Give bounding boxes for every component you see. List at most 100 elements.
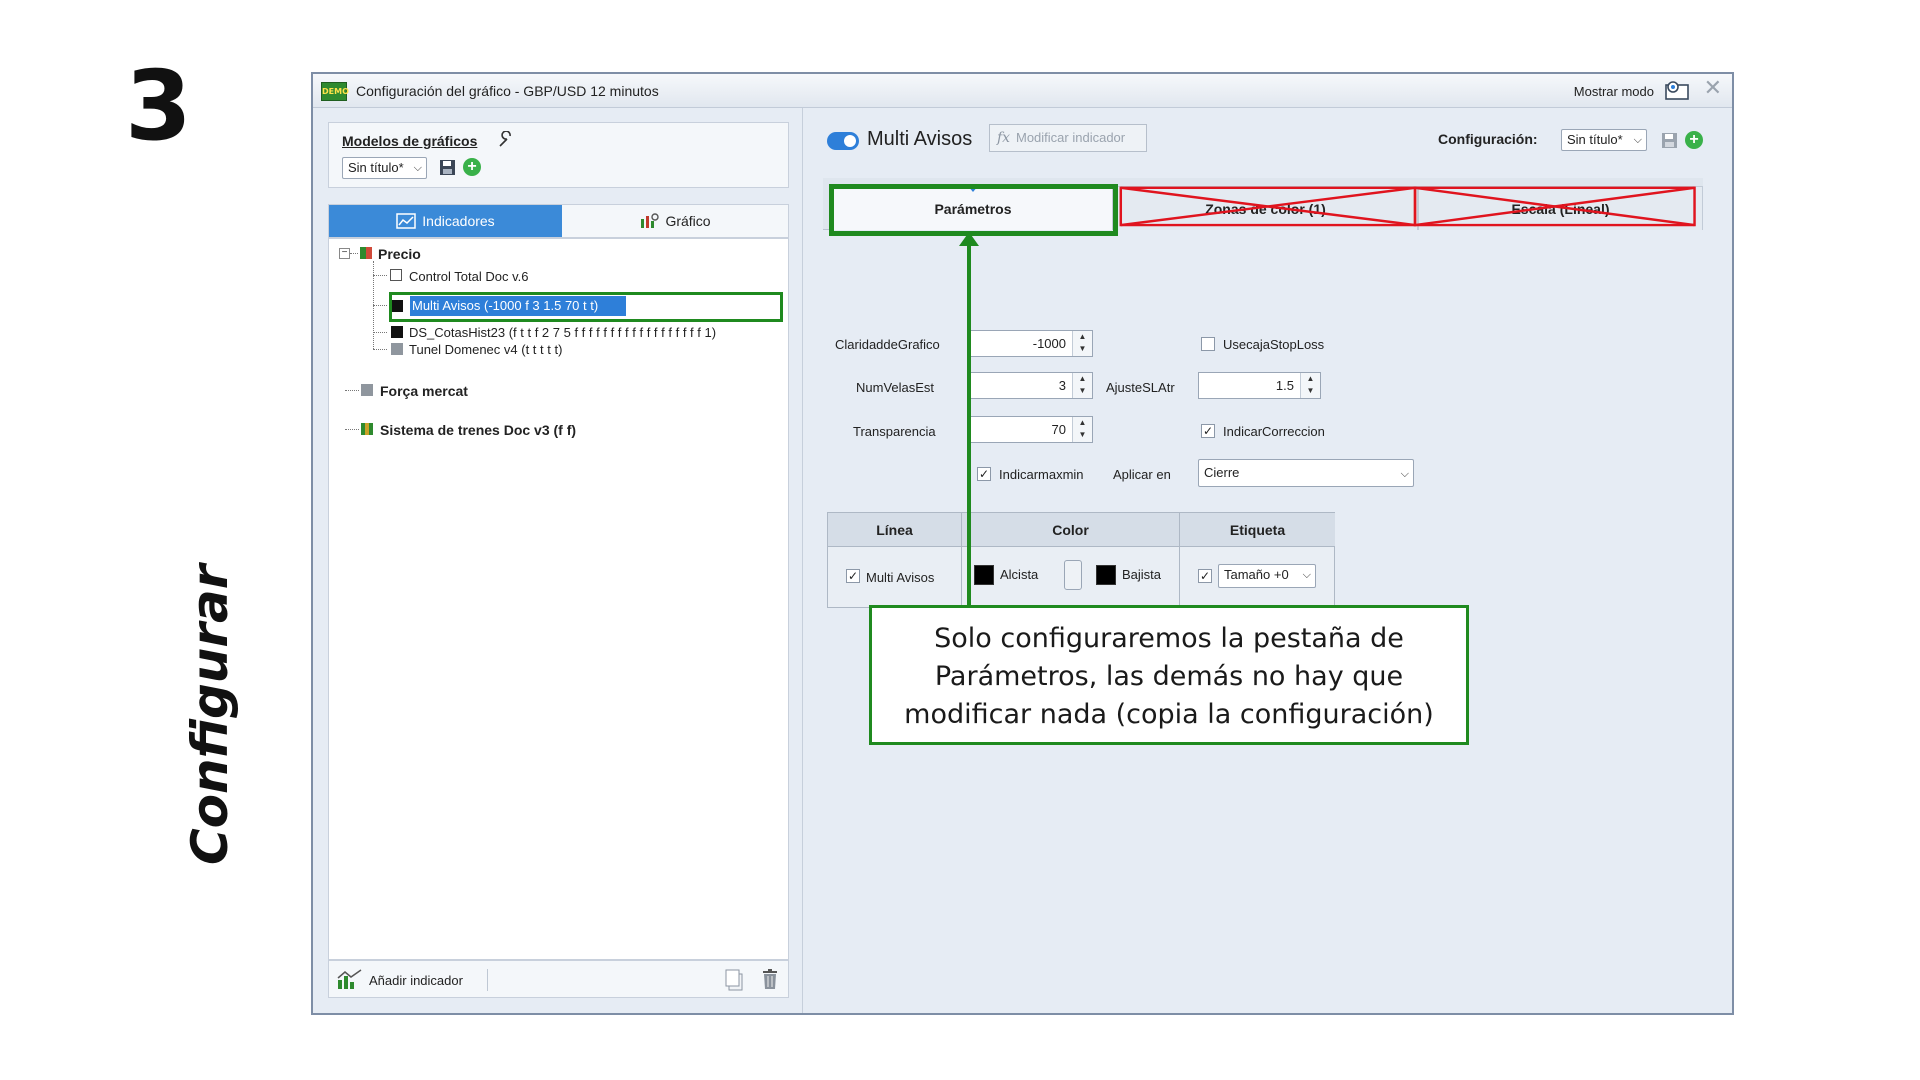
add-model-icon[interactable]: + (463, 158, 481, 176)
bajista-label: Bajista (1122, 567, 1162, 582)
tree-node-sistema-trenes[interactable]: Sistema de trenes Doc v3 (f f) (380, 422, 576, 438)
show-mode-label[interactable]: Mostrar modo (1574, 84, 1654, 99)
model-select-value: Sin título* (348, 160, 404, 175)
chart-settings-icon (641, 213, 660, 228)
tree-item-control-total[interactable]: Control Total Doc v.6 (409, 269, 528, 284)
spinner-arrows-icon[interactable]: ▲ ▼ (1072, 417, 1092, 442)
indicarcorreccion-label: IndicarCorreccion (1223, 424, 1325, 439)
annotation-line-2: Parámetros, las demás no hay que (934, 661, 1404, 692)
side-title: Configurar (181, 564, 239, 865)
tab-chart[interactable]: Gráfico (562, 205, 788, 237)
annotation-box: Solo configuraremos la pestaña de Paráme… (869, 605, 1469, 745)
collapse-icon[interactable]: − (339, 248, 350, 259)
usecaja-checkbox[interactable] (1201, 337, 1215, 351)
indicarmaxmin-checkbox[interactable]: ✓ (977, 467, 991, 481)
add-config-icon[interactable]: + (1685, 131, 1703, 149)
transparencia-label: Transparencia (853, 424, 936, 439)
configuration-select-value: Sin título* (1567, 132, 1623, 147)
highlight-box-parametros (829, 184, 1118, 236)
header-color: Color (962, 513, 1180, 547)
alcista-label: Alcista (1000, 567, 1039, 582)
ajuste-label: AjusteSLAtr (1106, 380, 1175, 395)
tree-item-tunel[interactable]: Tunel Domenec v4 (t t t t t) (409, 342, 562, 357)
indicarmaxmin-label: Indicarmaxmin (999, 467, 1084, 482)
tree-connector (373, 275, 387, 276)
transparencia-value: 70 (1051, 422, 1066, 437)
claridad-input[interactable]: -1000 ▲ ▼ (970, 330, 1093, 357)
tab-indicators-label: Indicadores (422, 213, 495, 229)
price-group-icon (360, 247, 372, 259)
cell-linea: ✓ Multi Avisos (828, 547, 962, 607)
color-square-icon (361, 384, 373, 396)
spinner-arrows-icon[interactable]: ▲ ▼ (1072, 373, 1092, 398)
modify-indicator-label: Modificar indicador (1016, 130, 1126, 145)
aplicar-select[interactable]: Cierre ⌵ (1198, 459, 1414, 487)
checkbox-empty-icon[interactable] (390, 269, 402, 281)
chevron-down-icon: ⌵ (1302, 569, 1311, 581)
ajuste-input[interactable]: 1.5 ▲ ▼ (1198, 372, 1321, 399)
annotation-arrow (967, 240, 971, 605)
tab-indicators[interactable]: Indicadores (329, 205, 562, 237)
chart-config-window: DEMO Configuración del gráfico - GBP/USD… (311, 72, 1734, 1015)
indicator-enabled-toggle[interactable] (827, 132, 859, 150)
chain-link-icon[interactable] (1064, 560, 1082, 590)
numvelas-input[interactable]: 3 ▲ ▼ (970, 372, 1093, 399)
trains-system-icon (361, 423, 373, 435)
left-tabs: Indicadores Gráfico (328, 204, 789, 238)
title-bar: DEMO Configuración del gráfico - GBP/USD… (313, 74, 1732, 108)
tree-connector (373, 332, 387, 333)
transparencia-input[interactable]: 70 ▲ ▼ (970, 416, 1093, 443)
aplicar-value: Cierre (1204, 465, 1240, 480)
add-indicator-icon[interactable] (337, 968, 363, 990)
close-icon[interactable]: ✕ (1704, 77, 1722, 99)
color-square-icon (391, 343, 403, 355)
chart-line-icon (396, 213, 417, 229)
bajista-color-swatch[interactable] (1096, 565, 1116, 585)
tree-connector (373, 349, 387, 350)
spinner-arrows-icon[interactable]: ▲ ▼ (1300, 373, 1320, 398)
footer-separator (487, 969, 488, 991)
annotation-line-1: Solo configuraremos la pestaña de (934, 623, 1404, 654)
tree-item-ds-cotas[interactable]: DS_CotasHist23 (f t t f 2 7 5 f f f f f … (409, 325, 716, 340)
modify-indicator-button[interactable]: fx Modificar indicador (989, 124, 1147, 152)
numvelas-value: 3 (1058, 378, 1066, 393)
tree-node-precio[interactable]: Precio (378, 246, 421, 262)
window-title: Configuración del gráfico - GBP/USD 12 m… (356, 83, 659, 99)
left-footer: Añadir indicador (328, 960, 789, 998)
line-color-table: Línea Color Etiqueta ✓ Multi Avisos Alci… (827, 512, 1335, 608)
configuration-select[interactable]: Sin título* ⌵ (1561, 129, 1647, 151)
save-config-icon[interactable] (1661, 132, 1678, 149)
slide-number: 3 (125, 50, 192, 162)
alcista-color-swatch[interactable] (974, 565, 994, 585)
save-icon[interactable] (439, 159, 456, 176)
label-checkbox[interactable]: ✓ (1198, 569, 1212, 583)
spinner-arrows-icon[interactable]: ▲ ▼ (1072, 331, 1092, 356)
add-indicator-button[interactable]: Añadir indicador (369, 973, 463, 988)
tree-connector (345, 429, 359, 430)
ajuste-value: 1.5 (1275, 378, 1294, 393)
wrench-icon[interactable] (497, 131, 515, 149)
mode-toggle-icon[interactable] (1662, 79, 1692, 103)
line-visible-checkbox[interactable]: ✓ (846, 569, 860, 583)
models-title[interactable]: Modelos de gráficos (342, 133, 477, 149)
trash-icon[interactable] (760, 968, 780, 990)
annotation-line-3: modificar nada (copia la configuración) (904, 699, 1434, 730)
chevron-down-icon: ⌵ (1633, 134, 1642, 146)
size-select-value: Tamaño +0 (1224, 567, 1289, 582)
copy-icon[interactable] (724, 969, 744, 991)
indicator-name: Multi Avisos (867, 128, 973, 150)
aplicar-label: Aplicar en (1113, 467, 1171, 482)
right-panel: Multi Avisos fx Modificar indicador Conf… (803, 108, 1732, 1013)
model-select[interactable]: Sin título* ⌵ (342, 157, 427, 179)
tree-node-forca-mercat[interactable]: Força mercat (380, 383, 468, 399)
app-demo-icon: DEMO (321, 82, 349, 101)
cell-color: Alcista Bajista (962, 547, 1180, 607)
size-select[interactable]: Tamaño +0 ⌵ (1218, 564, 1316, 588)
cell-etiqueta: ✓ Tamaño +0 ⌵ (1180, 547, 1335, 607)
header-linea: Línea (828, 513, 962, 547)
arrow-up-icon (959, 232, 979, 246)
tree-connector (373, 305, 387, 306)
tree-connector (345, 390, 359, 391)
indicarcorreccion-checkbox[interactable]: ✓ (1201, 424, 1215, 438)
configuration-label: Configuración: (1438, 131, 1538, 147)
